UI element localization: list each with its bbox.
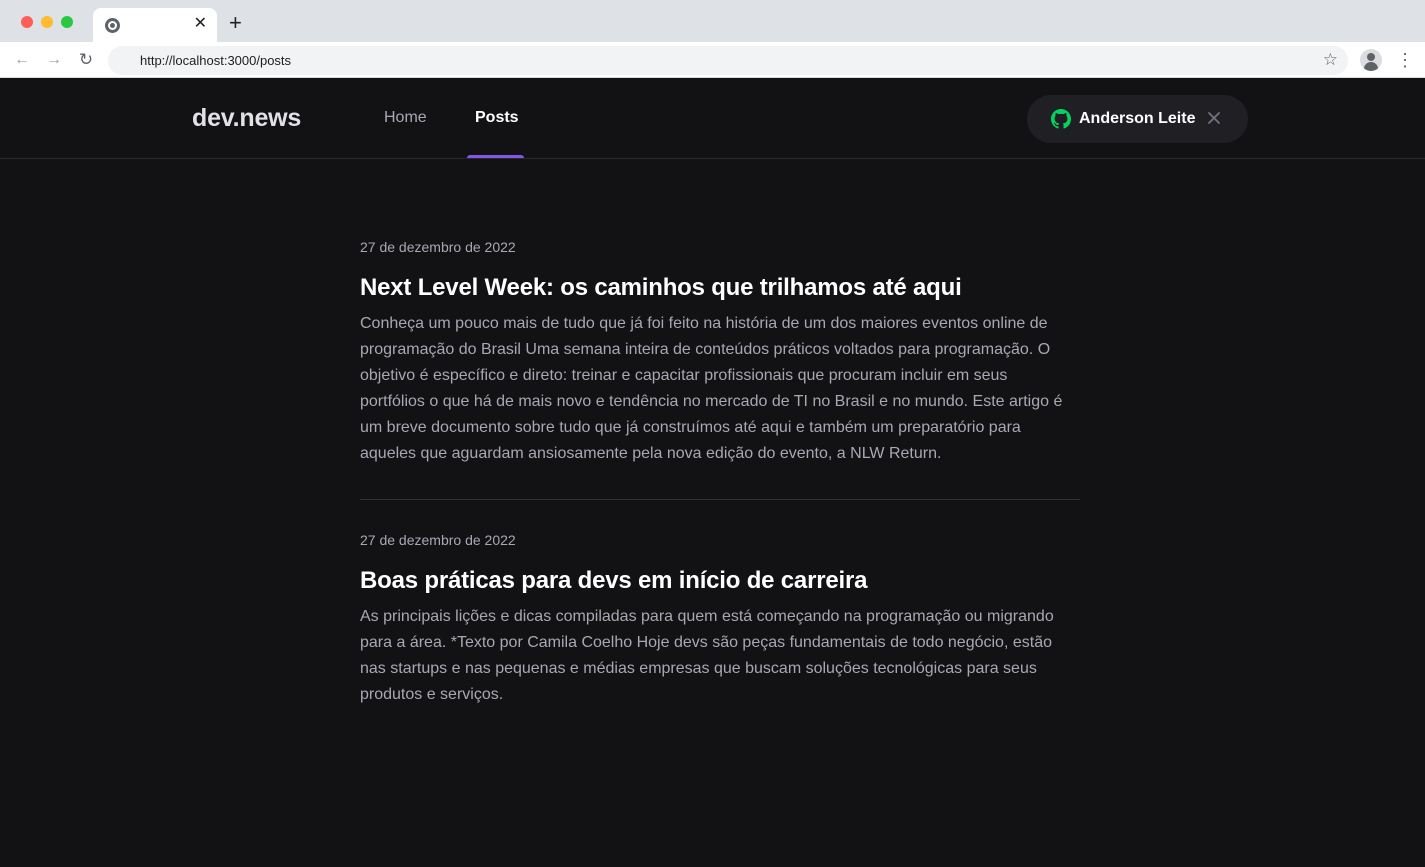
post-date: 27 de dezembro de 2022 bbox=[360, 532, 516, 548]
minimize-window-button[interactable] bbox=[41, 16, 53, 28]
chrome-icon bbox=[105, 18, 120, 33]
post-excerpt: As principais lições e dicas compiladas … bbox=[360, 608, 1054, 703]
bookmark-star-icon[interactable]: ☆ bbox=[1323, 50, 1338, 70]
close-icon[interactable] bbox=[1206, 110, 1222, 126]
browser-tab-bar: ✕ + bbox=[0, 0, 1425, 42]
maximize-window-button[interactable] bbox=[61, 16, 73, 28]
new-tab-button[interactable]: + bbox=[229, 11, 242, 35]
post-title[interactable]: Next Level Week: os caminhos que trilham… bbox=[360, 273, 1080, 303]
github-icon bbox=[1051, 109, 1071, 129]
active-nav-indicator bbox=[467, 155, 524, 158]
nav-link-posts[interactable]: Posts bbox=[475, 109, 519, 127]
post-excerpt: Conheça um pouco mais de tudo que já foi… bbox=[360, 315, 1063, 462]
post-title[interactable]: Boas práticas para devs em início de car… bbox=[360, 566, 1080, 596]
close-window-button[interactable] bbox=[21, 16, 33, 28]
nav-link-home[interactable]: Home bbox=[384, 109, 427, 127]
address-bar[interactable]: http://localhost:3000/posts ☆ bbox=[108, 46, 1348, 75]
browser-toolbar: ← → ↻ http://localhost:3000/posts ☆ ⋮ bbox=[0, 42, 1425, 78]
user-name: Anderson Leite bbox=[1079, 110, 1196, 127]
post-date: 27 de dezembro de 2022 bbox=[360, 239, 516, 255]
post-divider bbox=[360, 499, 1080, 500]
tab-close-icon[interactable]: ✕ bbox=[194, 15, 207, 33]
post-item[interactable]: 27 de dezembro de 2022 Next Level Week: … bbox=[360, 238, 1080, 467]
site-logo[interactable]: dev.news bbox=[192, 104, 301, 133]
back-icon[interactable]: ← bbox=[11, 49, 33, 71]
reload-icon[interactable]: ↻ bbox=[75, 49, 97, 71]
forward-icon[interactable]: → bbox=[43, 49, 65, 71]
post-item[interactable]: 27 de dezembro de 2022 Boas práticas par… bbox=[360, 531, 1080, 708]
profile-avatar-icon[interactable] bbox=[1360, 49, 1382, 71]
sign-in-button[interactable]: Anderson Leite bbox=[1027, 95, 1248, 143]
browser-tab[interactable]: ✕ bbox=[93, 8, 217, 42]
url-text[interactable]: http://localhost:3000/posts bbox=[140, 53, 291, 68]
browser-menu-icon[interactable]: ⋮ bbox=[1396, 49, 1414, 71]
site-header: dev.news Home Posts Anderson Leite bbox=[0, 79, 1425, 159]
